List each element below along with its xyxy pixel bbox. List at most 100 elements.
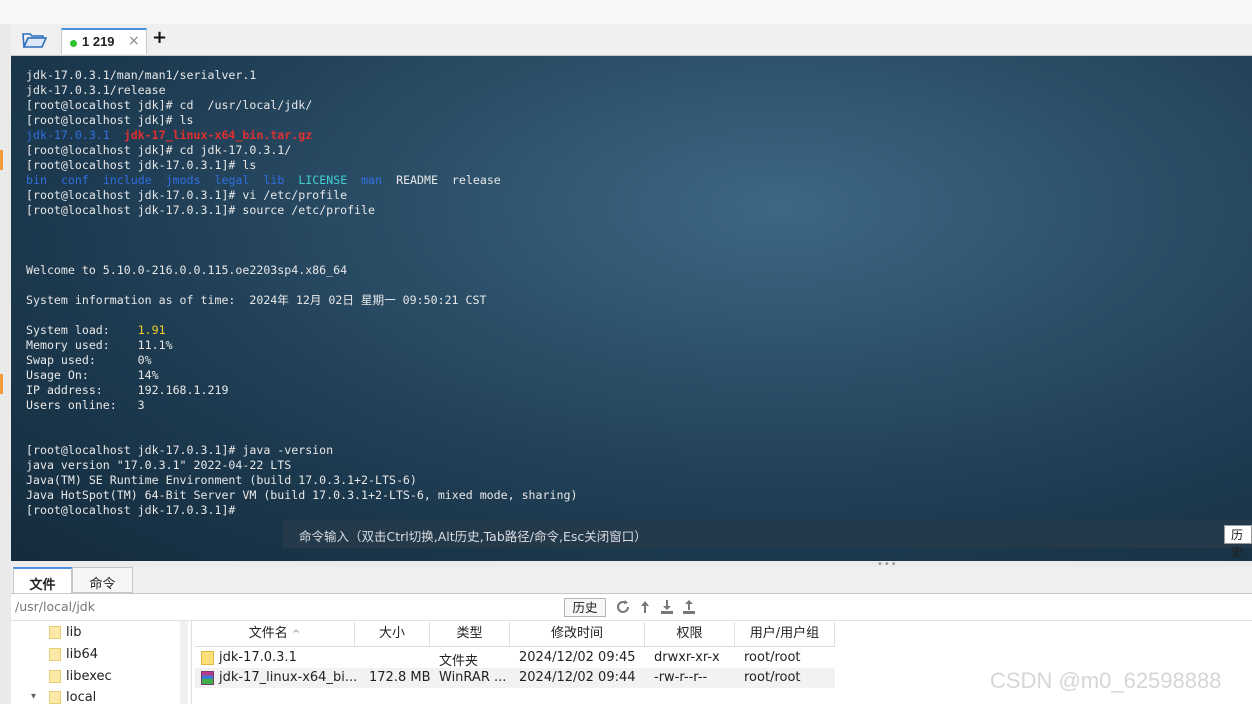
- terminal-text: [root@localhost jdk-17.0.3.1]# vi /etc/p…: [26, 188, 348, 202]
- terminal-text: System information as of time: 2024年 12月…: [26, 293, 487, 307]
- terminal-line: Swap used: 0%: [26, 353, 577, 368]
- left-edge-marker: [0, 374, 3, 394]
- session-tab-label: 1 219: [82, 34, 115, 49]
- path-history-button[interactable]: 历史: [564, 598, 606, 617]
- window-top-strip: [0, 0, 1252, 25]
- file-perm: -rw-r--r--: [654, 670, 708, 685]
- folder-icon: [49, 648, 61, 661]
- terminal-text: Memory used: 11.1%: [26, 338, 173, 352]
- terminal-line: bin conf include jmods legal lib LICENSE…: [26, 173, 577, 188]
- terminal-line: jdk-17.0.3.1/release: [26, 83, 577, 98]
- terminal-text: jmods: [165, 173, 201, 187]
- directory-tree[interactable]: lib lib64 libexec ▾ local: [11, 621, 192, 704]
- column-header-owner[interactable]: 用户/用户组: [735, 622, 835, 646]
- terminal-text: Usage On: 14%: [26, 368, 159, 382]
- terminal-line: [root@localhost jdk-17.0.3.1]# source /e…: [26, 203, 577, 218]
- terminal-line: [root@localhost jdk]# cd /usr/local/jdk/: [26, 98, 577, 113]
- tab-commands[interactable]: 命令: [72, 567, 133, 593]
- column-header-type[interactable]: 类型: [430, 622, 510, 646]
- chevron-down-icon[interactable]: ▾: [31, 691, 36, 702]
- file-owner: root/root: [744, 670, 801, 685]
- terminal-text: jdk-17_linux-x64_bin.tar.gz: [123, 128, 313, 142]
- terminal-line: Java HotSpot(TM) 64-Bit Server VM (build…: [26, 488, 577, 503]
- column-header-name[interactable]: 文件名 ^: [195, 622, 355, 646]
- file-list-header: 文件名 ^ 大小 类型 修改时间 权限 用户/用户组: [195, 622, 835, 647]
- terminal-line: jdk-17.0.3.1/man/man1/serialver.1: [26, 68, 577, 83]
- open-folder-icon[interactable]: [21, 30, 48, 50]
- column-header-perm[interactable]: 权限: [645, 622, 735, 646]
- terminal-line: Memory used: 11.1%: [26, 338, 577, 353]
- terminal-text: include: [102, 173, 152, 187]
- tab-commands-label: 命令: [89, 577, 116, 592]
- left-edge-marker: [0, 150, 3, 170]
- terminal-view[interactable]: jdk-17.0.3.1/man/man1/serialver.1 jdk-17.…: [11, 56, 1252, 561]
- terminal-text: [root@localhost jdk-17.0.3.1]# ls: [26, 158, 257, 172]
- terminal-text: [root@localhost jdk-17.0.3.1]#: [26, 503, 243, 517]
- tab-files[interactable]: 文件: [13, 567, 72, 593]
- close-tab-icon[interactable]: ×: [128, 33, 140, 49]
- terminal-line: [root@localhost jdk-17.0.3.1]# vi /etc/p…: [26, 188, 577, 203]
- terminal-text: jdk-17.0.3.1: [26, 128, 110, 142]
- terminal-line: System load: 1.91: [26, 323, 577, 338]
- terminal-text: [root@localhost jdk-17.0.3.1]# java -ver…: [26, 443, 334, 457]
- up-dir-icon[interactable]: [637, 599, 653, 615]
- command-input-hint: 命令输入（双击Ctrl切换,Alt历史,Tab路径/命令,Esc关闭窗口）: [299, 529, 647, 544]
- path-input[interactable]: /usr/local/jdk: [15, 599, 95, 614]
- tree-item-label: lib64: [66, 647, 99, 662]
- terminal-line: [root@localhost jdk]# cd jdk-17.0.3.1/: [26, 143, 577, 158]
- upload-icon[interactable]: [681, 599, 697, 615]
- connected-status-icon: [70, 40, 77, 47]
- terminal-text: bin: [26, 173, 47, 187]
- session-tab[interactable]: 1 219 ×: [61, 28, 147, 54]
- file-type: 文件夹: [439, 654, 479, 669]
- download-icon[interactable]: [659, 599, 675, 615]
- terminal-text: man: [361, 173, 383, 187]
- table-row[interactable]: jdk-17_linux-x64_bi... 172.8 MB WinRAR .…: [195, 668, 835, 688]
- sort-asc-icon: ^: [291, 629, 301, 640]
- terminal-line: [root@localhost jdk-17.0.3.1]#: [26, 503, 577, 518]
- terminal-text: conf: [60, 173, 89, 187]
- folder-icon: [49, 670, 61, 683]
- terminal-text: java version "17.0.3.1" 2022-04-22 LTS: [26, 458, 292, 472]
- column-header-mtime[interactable]: 修改时间: [510, 622, 645, 646]
- terminal-text: IP address: 192.168.1.219: [26, 383, 229, 397]
- file-mtime: 2024/12/02 09:44: [519, 670, 636, 685]
- folder-icon: [201, 651, 214, 665]
- file-owner: root/root: [744, 650, 801, 665]
- command-input-bar[interactable]: 命令输入（双击Ctrl切换,Alt历史,Tab路径/命令,Esc关闭窗口） 历史: [283, 520, 1252, 559]
- terminal-text: jdk-17.0.3.1/man/man1/serialver.1: [26, 68, 257, 82]
- tree-item-label: lib: [66, 625, 82, 640]
- terminal-line: System information as of time: 2024年 12月…: [26, 293, 577, 308]
- add-tab-button[interactable]: +: [152, 27, 167, 48]
- terminal-line: Java(TM) SE Runtime Environment (build 1…: [26, 473, 577, 488]
- column-header-size[interactable]: 大小: [355, 622, 430, 646]
- refresh-icon[interactable]: [615, 599, 631, 615]
- terminal-text: [root@localhost jdk-17.0.3.1]# source /e…: [26, 203, 376, 217]
- file-name: jdk-17_linux-x64_bi...: [219, 670, 358, 685]
- archive-icon: [201, 671, 214, 685]
- terminal-line: [root@localhost jdk-17.0.3.1]# ls: [26, 158, 577, 173]
- session-tab-bar: 1 219 × +: [11, 24, 1252, 56]
- terminal-line: Welcome to 5.10.0-216.0.0.115.oe2203sp4.…: [26, 263, 577, 278]
- terminal-line: [root@localhost jdk-17.0.3.1]# java -ver…: [26, 443, 577, 458]
- table-row[interactable]: jdk-17.0.3.1 文件夹 2024/12/02 09:45 drwxr-…: [195, 648, 835, 669]
- terminal-text: Java HotSpot(TM) 64-Bit Server VM (build…: [26, 488, 578, 502]
- terminal-line: IP address: 192.168.1.219: [26, 383, 577, 398]
- file-toolbar: [615, 599, 698, 615]
- command-history-button[interactable]: 历史: [1224, 525, 1252, 559]
- tree-scrollbar[interactable]: [180, 621, 188, 704]
- terminal-text: Java(TM) SE Runtime Environment (build 1…: [26, 473, 417, 487]
- folder-icon: [49, 626, 61, 639]
- tree-item-label: local: [66, 690, 97, 704]
